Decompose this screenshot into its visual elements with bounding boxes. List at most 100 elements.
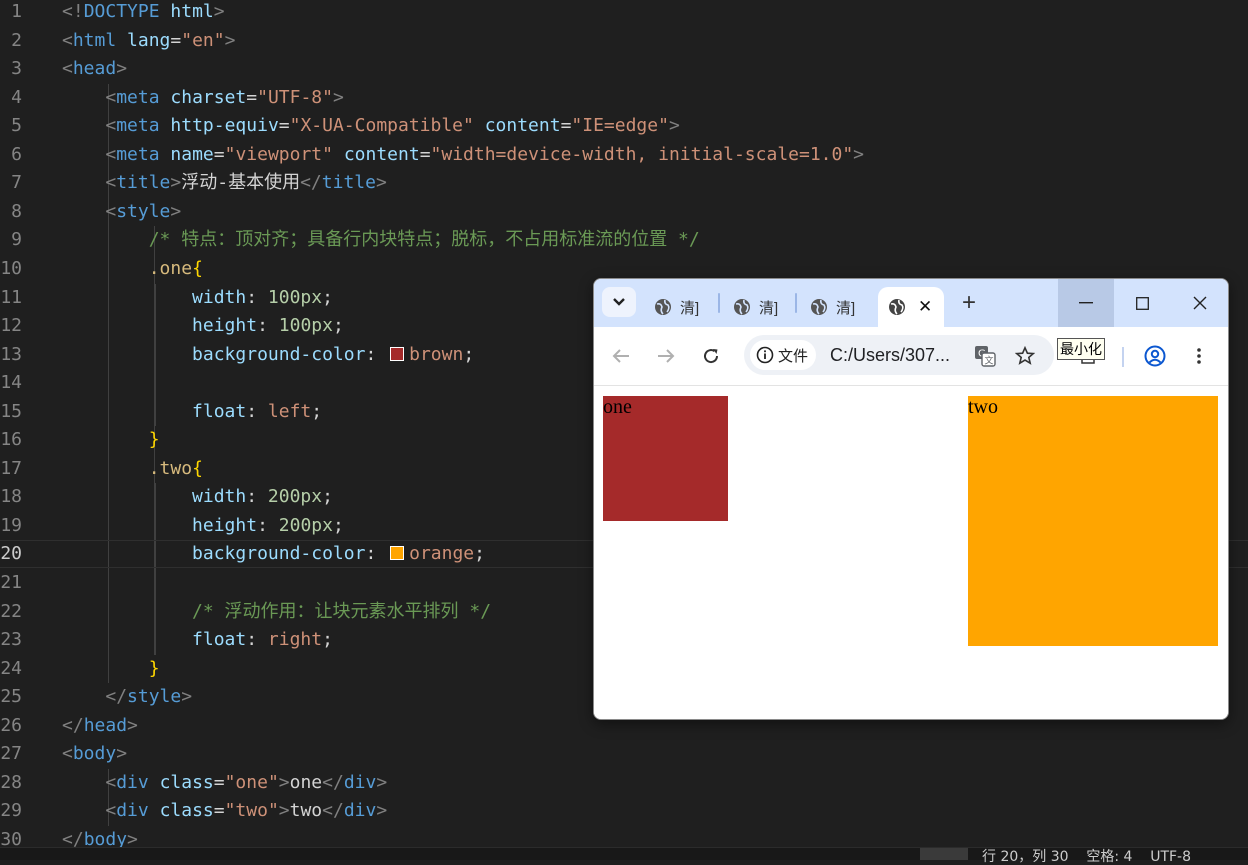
line-number: 17 — [0, 457, 22, 479]
div-two-text: two — [968, 396, 998, 418]
reload-button[interactable] — [700, 345, 722, 367]
translate-button[interactable]: G文 — [974, 345, 996, 367]
close-icon — [1193, 296, 1207, 310]
div-one: one — [603, 396, 728, 521]
line-number: 26 — [0, 714, 22, 736]
profile-icon — [1144, 345, 1166, 367]
line-number: 15 — [0, 400, 22, 422]
globe-icon — [811, 299, 827, 315]
code-line[interactable]: 9 /* 特点：顶对齐；具备行内块特点；脱标，不占用标准流的位置 */ — [0, 226, 1248, 254]
code-text: <body> — [62, 743, 128, 765]
code-line[interactable]: 3 <head> — [0, 55, 1248, 83]
menu-button[interactable] — [1188, 345, 1210, 367]
line-number: 2 — [11, 29, 22, 51]
info-icon — [756, 346, 774, 364]
globe-icon — [734, 299, 750, 315]
code-text: float: right; — [192, 629, 333, 651]
maximize-button[interactable] — [1114, 279, 1170, 327]
site-info-chip[interactable]: 文件 — [750, 340, 816, 370]
line-number: 21 — [0, 572, 22, 593]
close-window-button[interactable] — [1172, 279, 1228, 327]
toolbar-separator — [1122, 347, 1124, 367]
profile-button[interactable] — [1144, 345, 1166, 367]
code-text: <div class="two">two</div> — [105, 800, 388, 822]
line-number: 13 — [0, 343, 22, 365]
bookmark-button[interactable] — [1014, 345, 1036, 367]
code-text: <meta charset="UTF-8"> — [105, 86, 344, 108]
div-one-text: one — [603, 396, 632, 418]
page-viewport: one two — [594, 386, 1228, 719]
code-line[interactable]: 5 <meta http-equiv="X-UA-Compatible" con… — [0, 112, 1248, 140]
tab-2[interactable]: 清] — [733, 287, 778, 327]
close-tab-icon[interactable]: ✕ — [918, 297, 932, 317]
tab-3-label: 清] — [836, 299, 856, 317]
line-number: 3 — [11, 58, 22, 80]
tab-search-button[interactable] — [602, 287, 636, 317]
more-vert-icon — [1197, 348, 1201, 364]
url-text[interactable]: C:/Users/307... — [830, 345, 950, 366]
code-text: /* 浮动作用：让块元素水平排列 */ — [192, 600, 492, 622]
line-number: 8 — [11, 200, 22, 222]
line-number: 14 — [0, 372, 22, 394]
code-text: </head> — [62, 714, 138, 736]
code-line[interactable]: 1 <!DOCTYPE html> — [0, 0, 1248, 26]
tab-2-label: 清] — [759, 299, 779, 317]
tab-1[interactable]: 清] — [654, 287, 699, 327]
code-text: width: 100px; — [192, 286, 333, 308]
line-number: 4 — [11, 86, 22, 108]
status-bar: 行 20，列 30 空格: 4 UTF-8 — [0, 847, 1248, 864]
code-text: height: 100px; — [192, 315, 344, 337]
line-number: 10 — [0, 257, 22, 279]
code-line[interactable]: 4 <meta charset="UTF-8"> — [0, 84, 1248, 112]
line-number: 7 — [11, 172, 22, 194]
code-text: <head> — [62, 58, 128, 80]
tab-3[interactable]: 清] — [810, 287, 855, 327]
new-tab-button[interactable]: + — [962, 291, 976, 315]
code-text: /* 特点：顶对齐；具备行内块特点；脱标，不占用标准流的位置 */ — [148, 229, 700, 251]
tab-active[interactable]: ✕ — [878, 287, 944, 327]
code-text: .two{ — [148, 457, 203, 479]
address-bar[interactable]: 文件 C:/Users/307... — [744, 335, 1054, 375]
line-number: 28 — [0, 771, 22, 793]
line-number: 22 — [0, 600, 22, 622]
code-line[interactable]: 28 <div class="one">one</div> — [0, 769, 1248, 797]
code-line[interactable]: 7 <title>浮动-基本使用</title> — [0, 169, 1248, 197]
code-text: height: 200px; — [192, 514, 344, 536]
color-swatch[interactable] — [390, 346, 405, 361]
line-number: 27 — [0, 743, 22, 765]
minimize-tooltip: 最小化 — [1057, 338, 1105, 360]
code-text: } — [148, 429, 160, 451]
code-text: <div class="one">one</div> — [105, 771, 388, 793]
star-icon — [1015, 346, 1035, 365]
line-number: 23 — [0, 629, 22, 651]
code-line[interactable]: 27 <body> — [0, 740, 1248, 768]
code-text: <meta http-equiv="X-UA-Compatible" conte… — [105, 115, 680, 137]
chevron-down-icon — [613, 298, 625, 306]
code-text: <title>浮动-基本使用</title> — [105, 172, 387, 194]
line-number: 9 — [11, 229, 22, 251]
status-text[interactable]: 行 20，列 30 空格: 4 UTF-8 — [982, 850, 1191, 864]
line-number: 5 — [11, 115, 22, 137]
status-notification-area[interactable] — [920, 848, 968, 860]
line-number: 25 — [0, 686, 22, 708]
translate-icon: G文 — [975, 346, 996, 367]
minimize-button[interactable] — [1058, 279, 1114, 327]
code-text: width: 200px; — [192, 486, 333, 508]
code-text: <style> — [105, 200, 182, 222]
maximize-icon — [1135, 296, 1149, 310]
back-button[interactable] — [610, 345, 632, 367]
forward-button[interactable] — [655, 345, 677, 367]
line-number: 24 — [0, 657, 22, 679]
code-text: background-color: orange; — [192, 543, 485, 565]
code-line[interactable]: 6 <meta name="viewport" content="width=d… — [0, 141, 1248, 169]
code-line[interactable]: 29 <div class="two">two</div> — [0, 797, 1248, 825]
color-swatch[interactable] — [390, 546, 405, 561]
code-line[interactable]: 2 <html lang="en"> — [0, 27, 1248, 55]
browser-toolbar: 文件 C:/Users/307... G文 — [594, 327, 1228, 386]
svg-text:文: 文 — [985, 355, 994, 367]
globe-icon — [655, 299, 671, 315]
arrow-right-icon — [658, 349, 675, 363]
line-number: 19 — [0, 514, 22, 536]
code-line[interactable]: 8 <style> — [0, 198, 1248, 226]
browser-window: 清] 清] 清] ✕ + 文件 C:/Users/307... 文 最小化 on… — [593, 278, 1229, 720]
